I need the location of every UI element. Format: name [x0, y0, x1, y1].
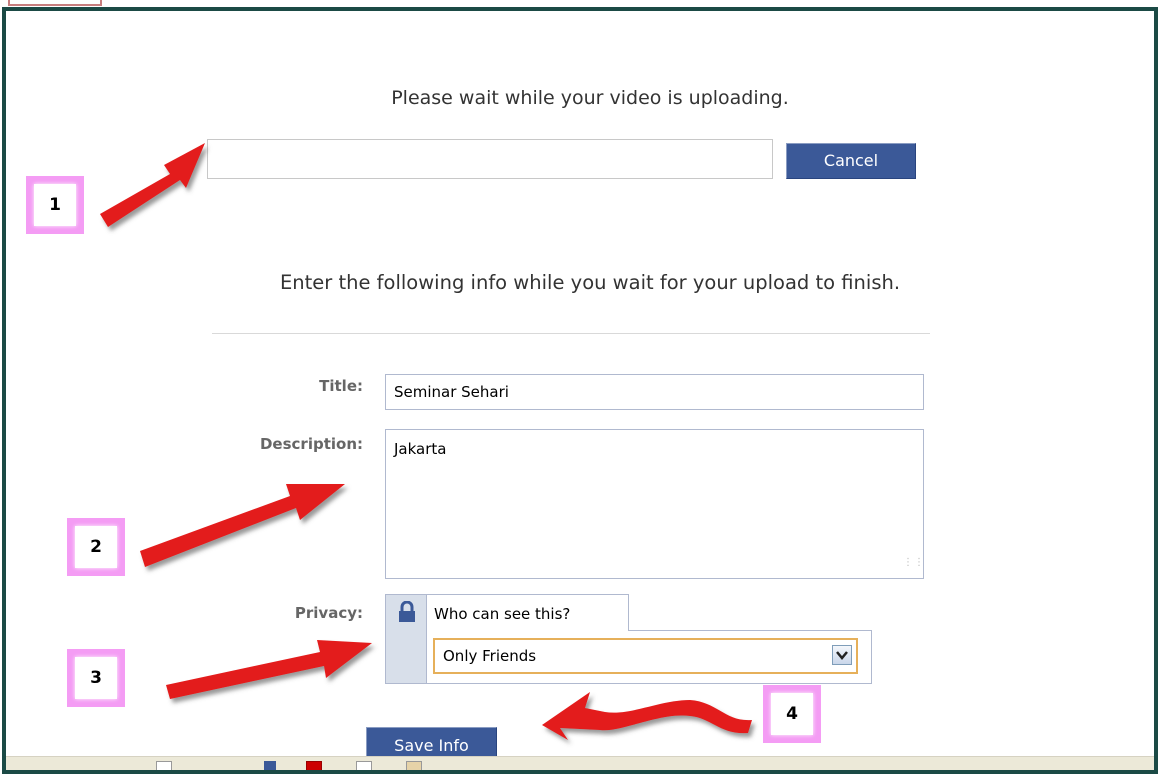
divider	[212, 333, 930, 334]
form-heading: Enter the following info while you wait …	[279, 271, 901, 294]
annotation-badge-1: 1	[26, 176, 84, 234]
upload-progress-bar	[207, 139, 773, 179]
top-decoration	[8, 0, 102, 6]
annotation-badge-2: 2	[67, 518, 125, 576]
toolbar-icon[interactable]	[356, 761, 372, 770]
upload-heading: Please wait while your video is uploadin…	[391, 87, 789, 109]
toolbar-icon[interactable]	[306, 761, 322, 770]
toolbar-icon[interactable]	[264, 761, 276, 770]
toolbar-icon[interactable]	[206, 761, 220, 770]
privacy-tab-joint	[427, 629, 628, 631]
privacy-sidebar	[385, 594, 427, 684]
description-input[interactable]: Jakarta	[385, 429, 924, 579]
dialog-frame: Please wait while your video is uploadin…	[2, 7, 1158, 774]
annotation-badge-4: 4	[763, 685, 821, 743]
privacy-selected-value: Only Friends	[443, 647, 537, 665]
title-label: Title:	[319, 377, 363, 395]
privacy-select[interactable]: Only Friends	[433, 638, 858, 674]
title-input[interactable]	[385, 374, 924, 410]
lock-icon	[399, 601, 415, 622]
toolbar-icon[interactable]	[156, 761, 172, 770]
toolbar-icon[interactable]	[406, 761, 422, 770]
cancel-button[interactable]: Cancel	[786, 143, 916, 179]
chevron-down-icon[interactable]	[832, 645, 852, 665]
description-label: Description:	[259, 435, 363, 453]
annotation-badge-3: 3	[67, 649, 125, 707]
bottom-toolbar	[6, 756, 1154, 770]
privacy-label: Privacy:	[294, 604, 363, 622]
privacy-panel: Only Friends	[427, 630, 872, 684]
privacy-tab[interactable]: Who can see this?	[427, 594, 629, 631]
resize-grip-icon[interactable]: ⋮⋮	[903, 558, 924, 573]
privacy-control: Who can see this? Only Friends	[385, 594, 872, 684]
